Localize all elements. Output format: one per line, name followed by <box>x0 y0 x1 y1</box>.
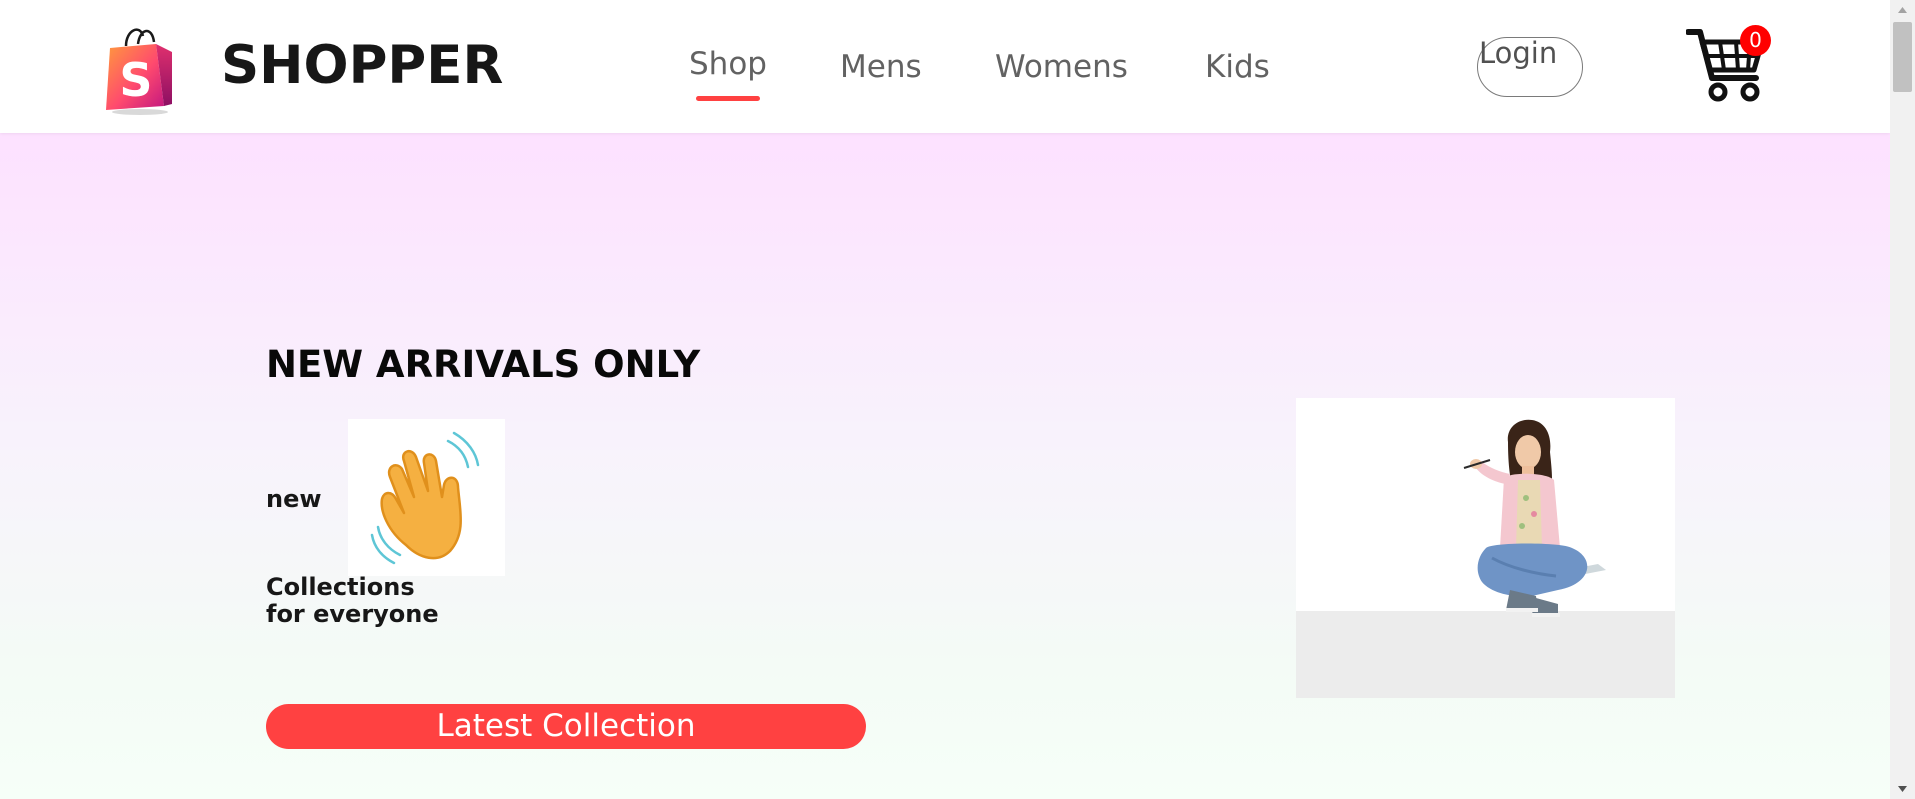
vertical-scrollbar[interactable] <box>1890 0 1915 799</box>
latest-collection-button[interactable]: Latest Collection <box>266 704 866 749</box>
hero-collections-line2: for everyone <box>266 600 439 628</box>
cart-count-badge: 0 <box>1740 25 1771 56</box>
hero-heading: NEW ARRIVALS ONLY <box>266 343 701 386</box>
shopping-bag-logo-icon[interactable]: S <box>100 22 180 118</box>
hero-new-label: new <box>266 485 322 513</box>
svg-text:S: S <box>119 53 152 107</box>
hero-collections-line1: Collections <box>266 573 415 601</box>
nav-item-mens[interactable]: Mens <box>840 47 922 87</box>
hero-collections-text: Collections for everyone <box>266 574 439 628</box>
waving-hand-icon <box>348 419 505 576</box>
brand-name[interactable]: SHOPPER <box>221 34 503 98</box>
scrollbar-thumb[interactable] <box>1893 22 1912 92</box>
page: S SHOPPER Shop Mens Womens Kids Login 0 … <box>0 0 1915 799</box>
login-button[interactable]: Login <box>1477 36 1583 97</box>
hero-model-image <box>1296 398 1675 698</box>
login-label: Login <box>1479 36 1558 70</box>
navbar: S SHOPPER Shop Mens Womens Kids Login 0 <box>0 0 1890 133</box>
nav-item-shop[interactable]: Shop <box>689 44 767 101</box>
nav-item-womens[interactable]: Womens <box>995 47 1128 87</box>
hero-section: NEW ARRIVALS ONLY new Collections for ev… <box>0 133 1890 799</box>
nav-item-kids[interactable]: Kids <box>1205 47 1270 87</box>
scroll-up-arrow-icon[interactable] <box>1890 0 1915 20</box>
scroll-down-arrow-icon[interactable] <box>1890 779 1915 799</box>
